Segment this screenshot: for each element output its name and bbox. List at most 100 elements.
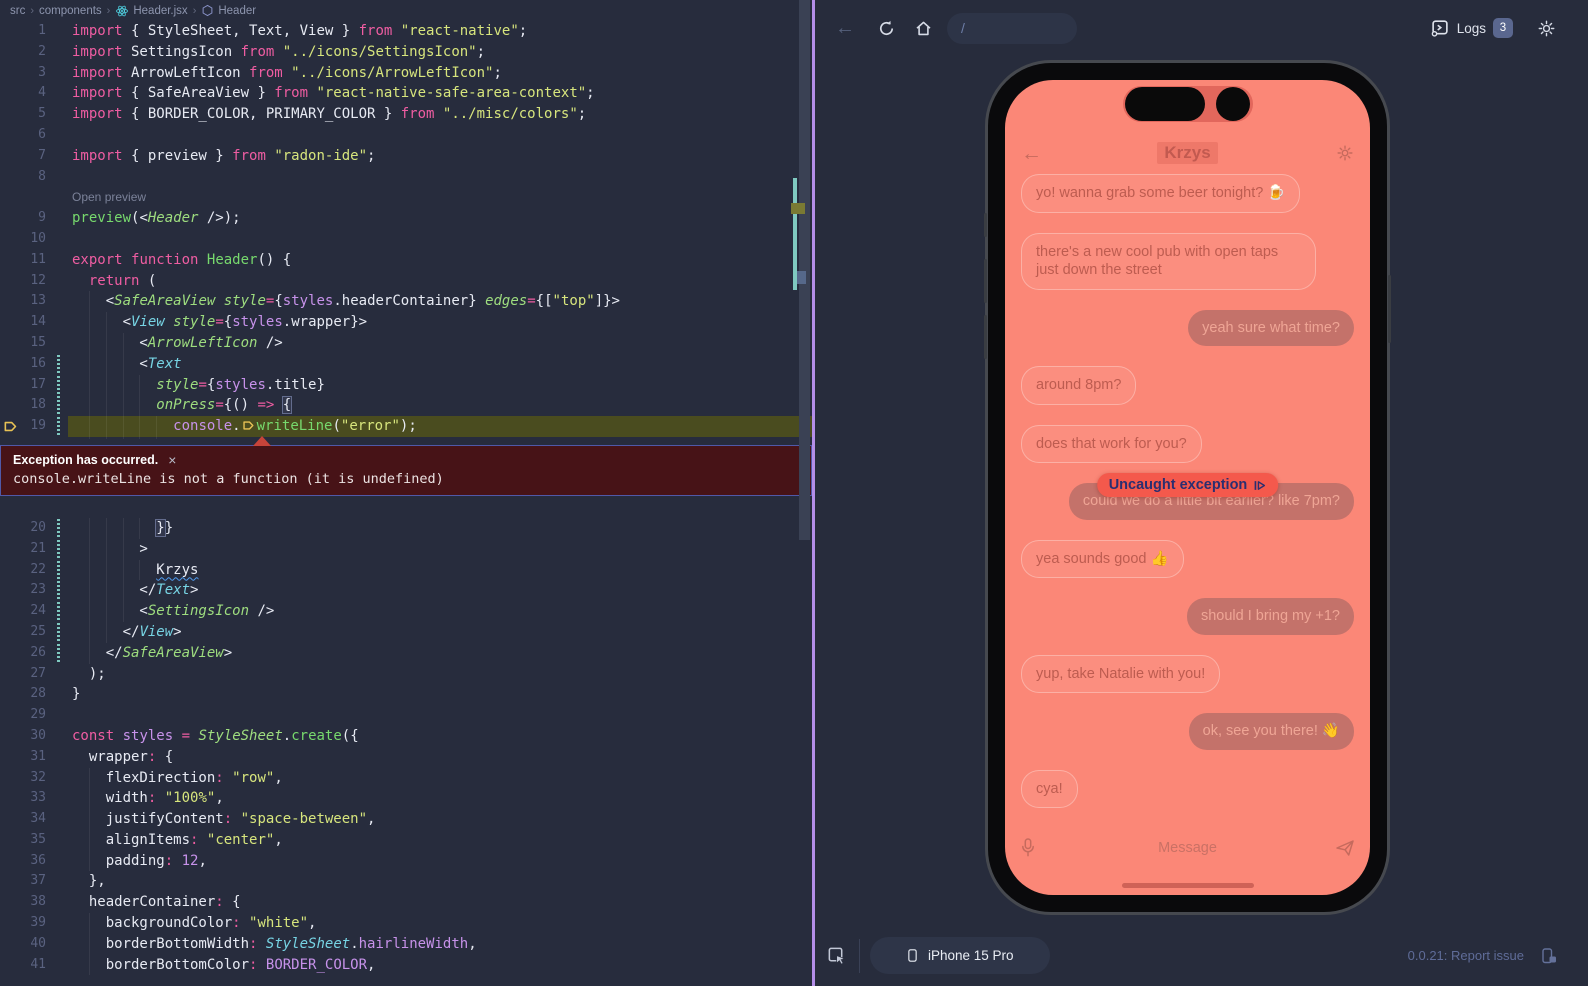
device-select-button[interactable]: iPhone 15 Pro xyxy=(870,937,1050,974)
code-text: width: "100%", xyxy=(72,788,812,809)
indent-guide xyxy=(89,851,90,872)
chat-title[interactable]: Krzys xyxy=(1157,142,1217,164)
code-line-17[interactable]: 17 style={styles.title} xyxy=(0,375,812,396)
code-line-7[interactable]: 7import { preview } from "radon-ide"; xyxy=(0,146,812,167)
code-text: alignItems: "center", xyxy=(72,830,812,851)
code-line-28[interactable]: 28} xyxy=(0,684,812,705)
indent-guide xyxy=(123,518,124,539)
camera-icon xyxy=(1216,87,1250,121)
code-line-38[interactable]: 38 headerContainer: { xyxy=(0,892,812,913)
line-number: 34 xyxy=(0,809,46,830)
indent-guide xyxy=(106,601,107,622)
line-number: 18 xyxy=(0,395,46,416)
inspect-element-button[interactable] xyxy=(827,946,847,966)
code-line-18[interactable]: 18 onPress={() => { xyxy=(0,395,812,416)
code-line-26[interactable]: 26 </SafeAreaView> xyxy=(0,643,812,664)
code-line-40[interactable]: 40 borderBottomWidth: StyleSheet.hairlin… xyxy=(0,934,812,955)
code-line-39[interactable]: 39 backgroundColor: "white", xyxy=(0,913,812,934)
code-line-31[interactable]: 31 wrapper: { xyxy=(0,747,812,768)
code-line-24[interactable]: 24 <SettingsIcon /> xyxy=(0,601,812,622)
code-line-27[interactable]: 27 ); xyxy=(0,664,812,685)
breadcrumb-item-header[interactable]: Header xyxy=(201,4,256,17)
line-number: 30 xyxy=(0,726,46,747)
logs-button[interactable]: Logs 3 xyxy=(1430,18,1513,38)
code-line-22[interactable]: 22 Krzys xyxy=(0,560,812,581)
code-line-23[interactable]: 23 </Text> xyxy=(0,580,812,601)
back-arrow-icon: ← xyxy=(835,17,855,40)
indent-guide xyxy=(89,375,90,396)
change-marker xyxy=(57,519,60,538)
code-line-10[interactable]: 10 xyxy=(0,229,812,250)
code-line-11[interactable]: 11export function Header() { xyxy=(0,250,812,271)
code-line-33[interactable]: 33 width: "100%", xyxy=(0,788,812,809)
code-line-16[interactable]: 16 <Text xyxy=(0,354,812,375)
code-line-32[interactable]: 32 flexDirection: "row", xyxy=(0,768,812,789)
devices-button[interactable] xyxy=(1540,947,1558,965)
indent-guide xyxy=(123,395,124,416)
open-preview-codelens[interactable]: Open preview xyxy=(0,187,812,208)
code-line-37[interactable]: 37 }, xyxy=(0,871,812,892)
code-line-30[interactable]: 30const styles = StyleSheet.create({ xyxy=(0,726,812,747)
code-line-8[interactable]: 8 xyxy=(0,167,812,188)
code-line-36[interactable]: 36 padding: 12, xyxy=(0,851,812,872)
line-number: 1 xyxy=(0,21,46,42)
code-line-41[interactable]: 41 borderBottomColor: BORDER_COLOR, xyxy=(0,955,812,976)
code-text: ); xyxy=(72,664,812,685)
code-area[interactable]: 1import { StyleSheet, Text, View } from … xyxy=(0,21,812,975)
code-line-29[interactable]: 29 xyxy=(0,705,812,726)
code-line-13[interactable]: 13 <SafeAreaView style={styles.headerCon… xyxy=(0,291,812,312)
editor-scrollbar[interactable] xyxy=(799,0,810,540)
code-line-6[interactable]: 6 xyxy=(0,125,812,146)
code-line-3[interactable]: 3import ArrowLeftIcon from "../icons/Arr… xyxy=(0,63,812,84)
line-number: 8 xyxy=(0,167,46,188)
code-line-2[interactable]: 2import SettingsIcon from "../icons/Sett… xyxy=(0,42,812,63)
dynamic-island xyxy=(1123,86,1253,122)
indent-guide xyxy=(89,601,90,622)
send-icon[interactable] xyxy=(1334,838,1356,858)
message-input-bar[interactable]: Message xyxy=(1019,834,1356,862)
code-line-14[interactable]: 14 <View style={styles.wrapper}> xyxy=(0,312,812,333)
breadcrumb[interactable]: src›components›Header.jsx›Header xyxy=(0,0,812,21)
overview-debug-marker xyxy=(791,203,805,214)
chat-settings-icon[interactable] xyxy=(1336,144,1354,162)
code-line-21[interactable]: 21 > xyxy=(0,539,812,560)
chat-bubble-left: yea sounds good 👍 xyxy=(1021,540,1184,579)
back-button[interactable]: ← xyxy=(835,17,855,40)
radon-ide-workspace: src›components›Header.jsx›Header 1import… xyxy=(0,0,1588,986)
breadcrumb-item-src[interactable]: src xyxy=(10,5,25,17)
overview-info-marker xyxy=(797,271,806,284)
url-input[interactable]: / xyxy=(947,13,1077,44)
code-line-25[interactable]: 25 </View> xyxy=(0,622,812,643)
code-line-9[interactable]: 9preview(<Header />); xyxy=(0,208,812,229)
chat-back-arrow-icon[interactable]: ← xyxy=(1021,143,1042,164)
change-marker xyxy=(57,417,60,436)
reload-button[interactable] xyxy=(877,19,896,38)
home-indicator[interactable] xyxy=(1122,883,1254,888)
code-line-15[interactable]: 15 <ArrowLeftIcon /> xyxy=(0,333,812,354)
code-line-5[interactable]: 5import { BORDER_COLOR, PRIMARY_COLOR } … xyxy=(0,104,812,125)
change-marker xyxy=(57,376,60,395)
code-line-35[interactable]: 35 alignItems: "center", xyxy=(0,830,812,851)
code-line-12[interactable]: 12 return ( xyxy=(0,271,812,292)
close-icon[interactable]: × xyxy=(168,452,176,468)
breadcrumb-item-header-jsx[interactable]: Header.jsx xyxy=(115,4,187,18)
code-text: return ( xyxy=(72,271,812,292)
home-button[interactable] xyxy=(914,19,933,38)
line-number: 37 xyxy=(0,871,46,892)
uncaught-exception-button[interactable]: Uncaught exception xyxy=(1097,473,1279,497)
breadcrumb-item-components[interactable]: components xyxy=(39,5,102,17)
settings-button[interactable] xyxy=(1537,19,1556,38)
line-number: 6 xyxy=(0,125,46,146)
code-line-20[interactable]: 20 }} xyxy=(0,518,812,539)
code-line-4[interactable]: 4import { SafeAreaView } from "react-nat… xyxy=(0,83,812,104)
code-line-19[interactable]: 19 console.writeLine("error"); xyxy=(0,416,812,437)
code-line-1[interactable]: 1import { StyleSheet, Text, View } from … xyxy=(0,21,812,42)
code-line-34[interactable]: 34 justifyContent: "space-between", xyxy=(0,809,812,830)
code-text: headerContainer: { xyxy=(72,892,812,913)
code-editor[interactable]: src›components›Header.jsx›Header 1import… xyxy=(0,0,812,986)
code-text: <SettingsIcon /> xyxy=(72,601,812,622)
microphone-icon[interactable] xyxy=(1019,837,1037,859)
device-screen[interactable]: ← Krzys yo! wanna grab some beer tonight… xyxy=(1005,80,1370,895)
report-issue-link[interactable]: 0.0.21: Report issue xyxy=(1408,948,1524,963)
indent-guide xyxy=(89,312,90,333)
